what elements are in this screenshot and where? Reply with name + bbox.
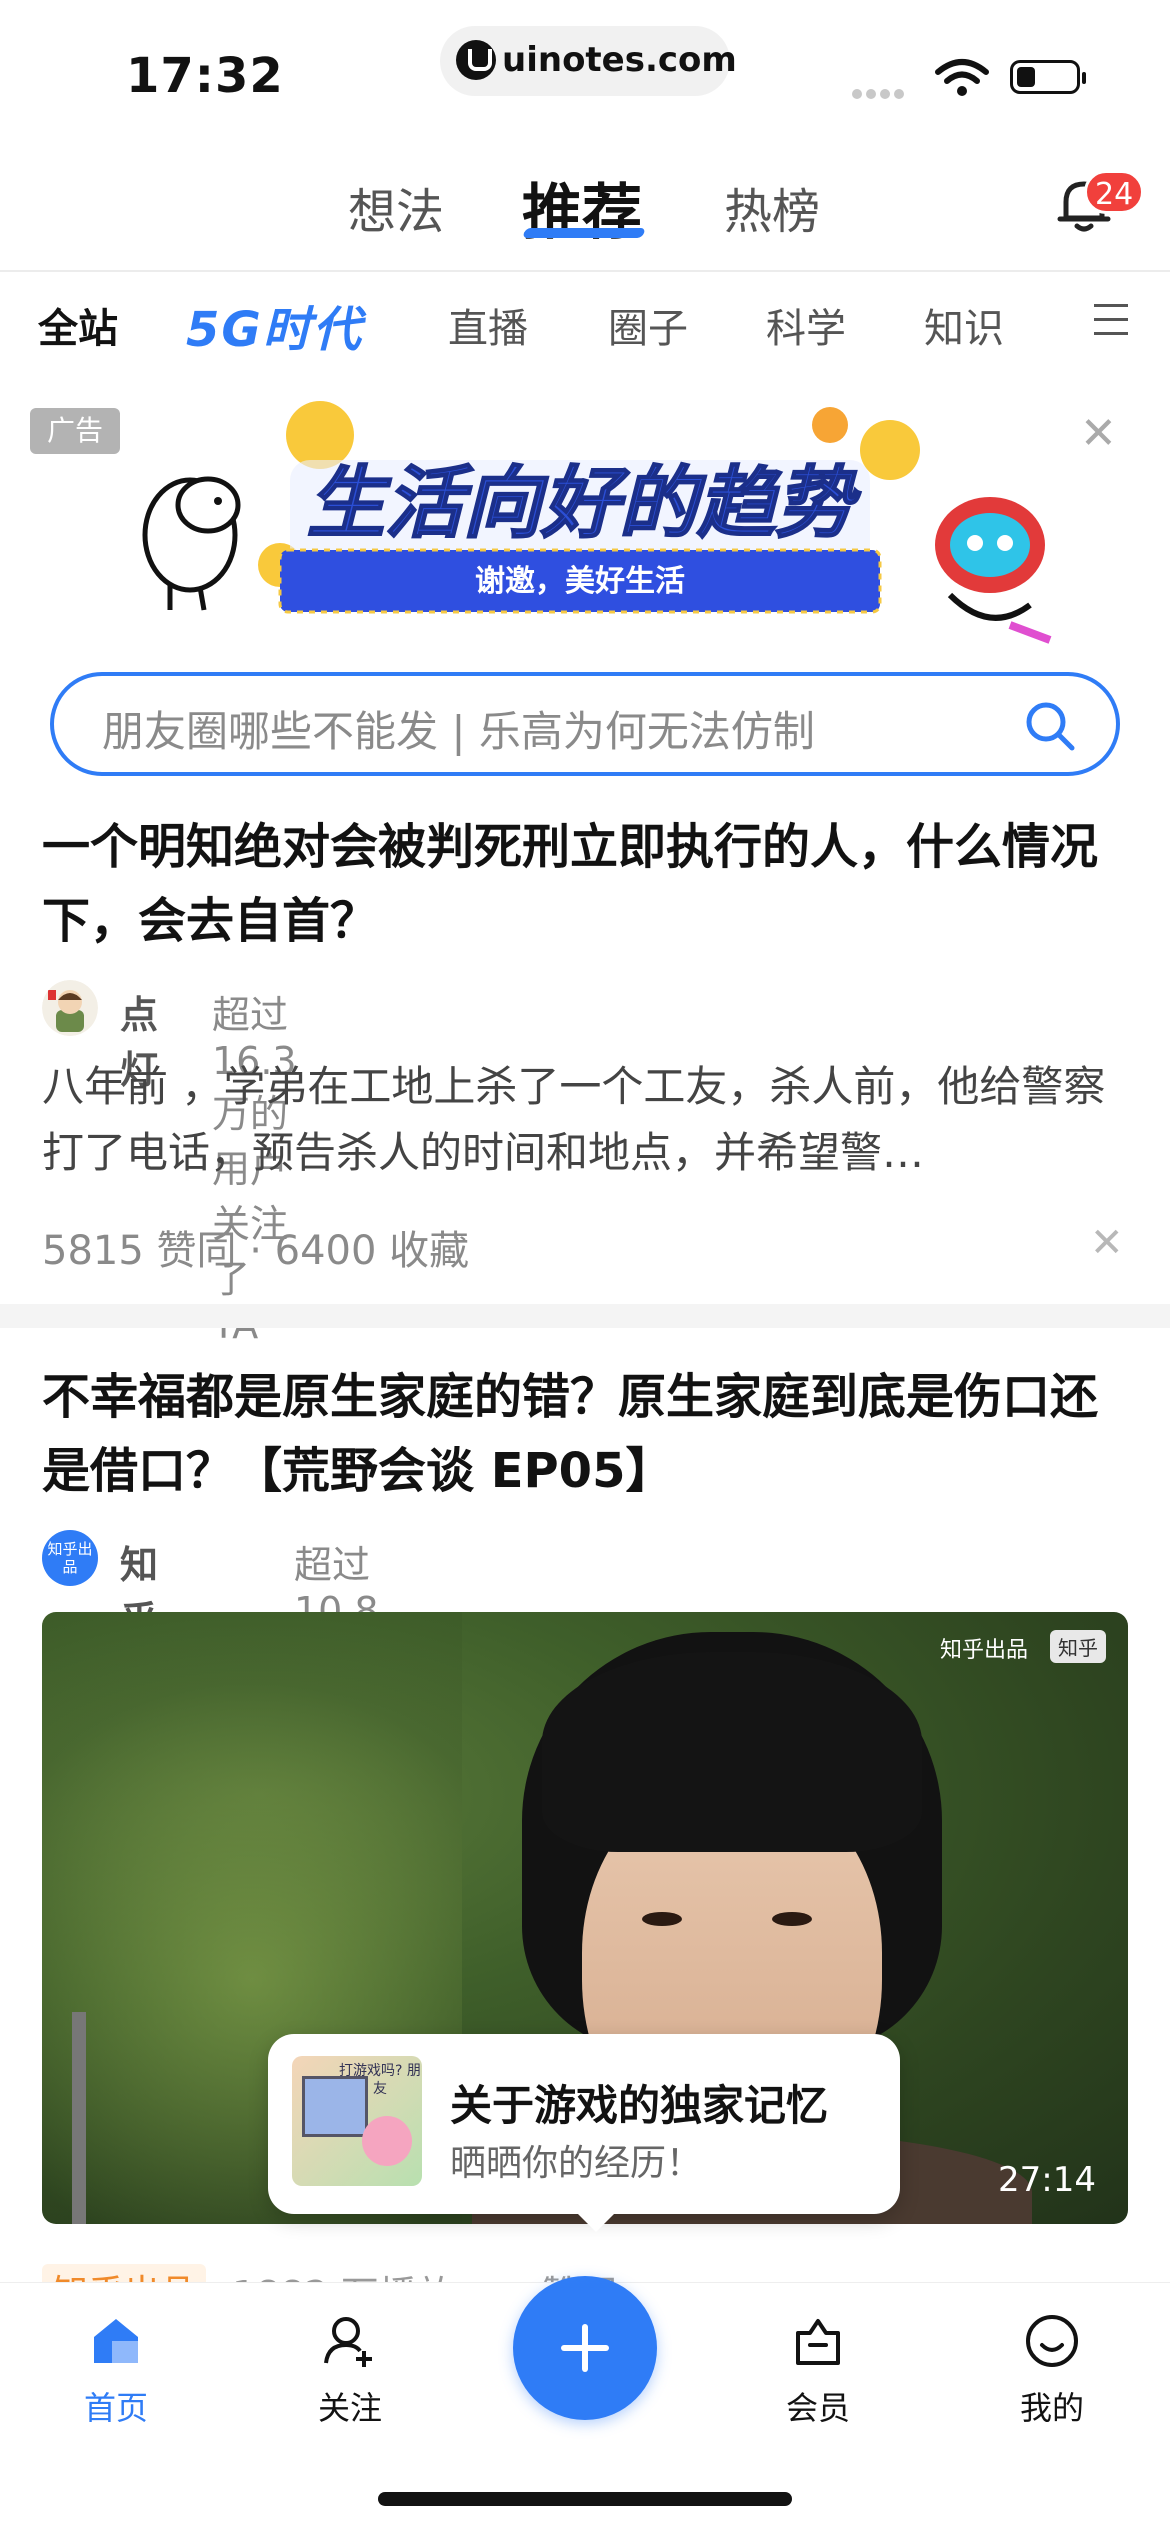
nav-label: 首页 (83, 2389, 148, 2427)
url-text[interactable]: uinotes.com (502, 40, 737, 80)
promo-popup[interactable]: 打游戏吗? 朋友 关于游戏的独家记忆 晒晒你的经历！ (268, 2034, 900, 2232)
nav-label: 我的 (1019, 2389, 1084, 2427)
nav-label: 关注 (317, 2389, 382, 2427)
active-tab-indicator (522, 228, 646, 238)
nav-profile[interactable]: 我的 (972, 2311, 1132, 2429)
ad-headline: 生活向好的趋势 (307, 459, 861, 549)
menu-icon[interactable] (1094, 304, 1128, 346)
tab-ideas[interactable]: 想法 (348, 172, 444, 242)
search-placeholder: 朋友圈哪些不能发 | 乐高为何无法仿制 (102, 707, 815, 756)
avatar[interactable]: 知乎出品 (42, 1530, 98, 1586)
tab-hot[interactable]: 热榜 (724, 172, 820, 242)
search-input[interactable]: 朋友圈哪些不能发 | 乐高为何无法仿制 (50, 672, 1120, 776)
video-watermark: 知乎出品 (939, 1638, 1028, 1663)
video-duration: 27:14 (998, 2160, 1096, 2200)
ad-banner[interactable]: 生活向好的趋势 谢邀，美好生活 (130, 395, 1060, 645)
create-post-button[interactable] (513, 2276, 657, 2420)
video-watermark-tag: 知乎 (1050, 1630, 1106, 1663)
nav-follow[interactable]: 关注 (270, 2311, 430, 2429)
promo-thumbnail: 打游戏吗? 朋友 (292, 2056, 422, 2186)
vip-icon (796, 2319, 840, 2365)
battery-icon (1010, 60, 1086, 94)
ad-close-icon[interactable]: ✕ (1080, 408, 1117, 459)
avatar[interactable] (42, 980, 98, 1036)
home-indicator[interactable] (378, 2492, 792, 2506)
dismiss-icon[interactable]: ✕ (1090, 1220, 1124, 1266)
notification-badge: 24 (1084, 170, 1145, 214)
category-all[interactable]: 全站 (38, 296, 118, 354)
promo-title[interactable]: 关于游戏的独家记忆 (450, 2072, 828, 2133)
nav-vip[interactable]: 会员 (738, 2311, 898, 2429)
status-time: 17:32 (126, 48, 284, 104)
card-title[interactable]: 一个明知绝对会被判死刑立即执行的人，什么情况下，会去自首？ (42, 810, 1132, 958)
card-title[interactable]: 不幸福都是原生家庭的错？原生家庭到底是伤口还是借口？【荒野会谈 EP05】 (42, 1360, 1132, 1508)
profile-icon (1026, 2315, 1078, 2367)
site-icon (456, 40, 496, 80)
category-circle[interactable]: 圈子 (608, 296, 688, 354)
promo-thumb-text: 打游戏吗? 朋友 (339, 2063, 421, 2097)
cat-mascot-icon (935, 497, 1052, 644)
card-stats: 5815 赞同 · 6400 收藏 (42, 1228, 470, 1274)
category-live[interactable]: 直播 (448, 296, 528, 354)
nav-label: 会员 (785, 2389, 850, 2427)
follow-icon (324, 2317, 372, 2367)
divider (0, 270, 1170, 272)
search-icon[interactable] (1022, 698, 1078, 754)
signal-icon (852, 84, 908, 103)
category-knowledge[interactable]: 知识 (924, 296, 1004, 354)
card-excerpt[interactable]: 八年前 ，学弟在工地上杀了一个工友，杀人前，他给警察打了电话，预告杀人的时间和地… (42, 1054, 1132, 1186)
category-5g[interactable]: 5G时代 (186, 290, 363, 360)
dog-mascot-icon (142, 476, 241, 611)
category-science[interactable]: 科学 (766, 296, 846, 354)
wifi-icon (935, 59, 989, 96)
promo-subtitle: 晒晒你的经历！ (450, 2143, 703, 2184)
ad-sub: 谢邀，美好生活 (475, 564, 685, 599)
ad-tag: 广告 (30, 408, 120, 454)
nav-home[interactable]: 首页 (36, 2311, 196, 2429)
home-icon (94, 2319, 138, 2363)
card-separator (0, 1304, 1170, 1328)
